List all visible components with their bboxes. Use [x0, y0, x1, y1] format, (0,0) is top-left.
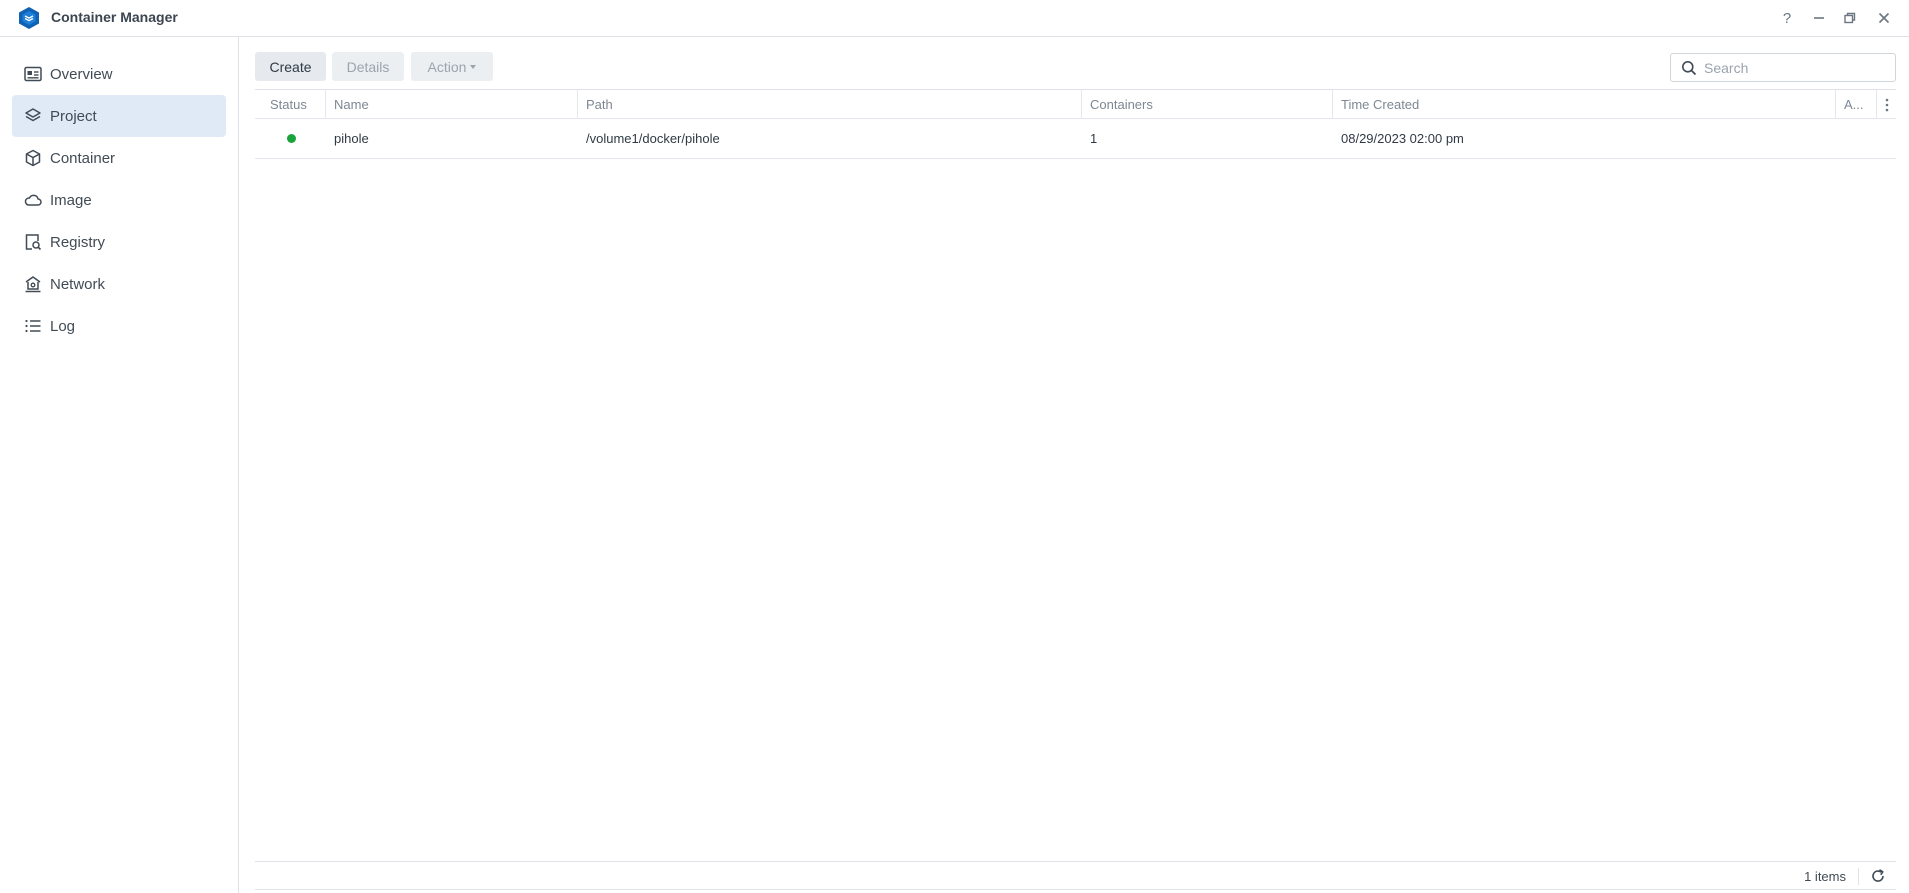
- project-path-cell: /volume1/docker/pihole: [586, 131, 720, 146]
- caret-down-icon: [470, 64, 477, 69]
- network-house-icon: [24, 275, 42, 293]
- column-options-menu-icon[interactable]: [1877, 90, 1896, 119]
- column-header-name[interactable]: Name: [326, 90, 578, 119]
- sidebar-item-label: Network: [50, 275, 106, 293]
- containers-count-cell: 1: [1090, 131, 1098, 146]
- refresh-icon[interactable]: [1870, 868, 1886, 884]
- table-footer: 1 items: [255, 861, 1896, 890]
- search-input[interactable]: [1704, 58, 1889, 78]
- container-manager-logo-icon: [19, 7, 39, 29]
- status-running-indicator: [287, 134, 296, 143]
- restore-icon[interactable]: [1839, 7, 1861, 29]
- sidebar-item-label: Overview: [50, 65, 113, 83]
- sidebar-item-registry[interactable]: Registry: [12, 221, 226, 263]
- cloud-icon: [24, 191, 42, 209]
- sidebar-item-overview[interactable]: Overview: [12, 53, 226, 95]
- main-panel: Create Details Action Status Name Path C…: [240, 37, 1909, 893]
- column-header-status[interactable]: Status: [255, 90, 326, 119]
- project-name-cell: pihole: [334, 131, 369, 146]
- title-bar: Container Manager ?: [0, 0, 1909, 37]
- table-header: Status Name Path Containers Time Created…: [255, 89, 1896, 119]
- sidebar-item-label: Log: [50, 317, 76, 335]
- registry-search-icon: [24, 233, 42, 251]
- sidebar-item-log[interactable]: Log: [12, 305, 226, 347]
- sidebar-item-label: Container: [50, 149, 116, 167]
- table-row[interactable]: pihole /volume1/docker/pihole 1 08/29/20…: [255, 119, 1896, 159]
- sidebar-item-project[interactable]: Project: [12, 95, 226, 137]
- sidebar-item-network[interactable]: Network: [12, 263, 226, 305]
- column-header-containers[interactable]: Containers: [1082, 90, 1333, 119]
- column-header-truncated[interactable]: A...: [1836, 90, 1877, 119]
- search-box[interactable]: [1670, 53, 1896, 82]
- help-icon[interactable]: ?: [1776, 7, 1798, 29]
- item-count: 1 items: [1804, 869, 1846, 884]
- status-cell: [255, 119, 326, 158]
- sidebar-item-label: Registry: [50, 233, 106, 251]
- action-dropdown-button[interactable]: Action: [411, 52, 493, 81]
- sidebar: Overview Project Container Image Registr…: [0, 37, 239, 893]
- overview-icon: [24, 65, 42, 83]
- sidebar-item-image[interactable]: Image: [12, 179, 226, 221]
- sidebar-item-label: Image: [50, 191, 92, 209]
- list-icon: [24, 317, 42, 335]
- project-layers-icon: [24, 107, 42, 125]
- sidebar-item-container[interactable]: Container: [12, 137, 226, 179]
- column-header-path[interactable]: Path: [578, 90, 1082, 119]
- details-button[interactable]: Details: [332, 52, 404, 81]
- minimize-icon[interactable]: [1808, 7, 1830, 29]
- search-icon: [1682, 61, 1697, 76]
- sidebar-item-label: Project: [50, 107, 97, 125]
- app-title: Container Manager: [51, 9, 178, 25]
- create-button[interactable]: Create: [255, 52, 326, 81]
- action-button-label: Action: [427, 58, 467, 75]
- container-cube-icon: [24, 149, 42, 167]
- column-header-time-created[interactable]: Time Created: [1333, 90, 1836, 119]
- project-table: Status Name Path Containers Time Created…: [255, 89, 1896, 890]
- footer-divider: [1858, 868, 1859, 885]
- close-icon[interactable]: [1873, 7, 1895, 29]
- time-created-cell: 08/29/2023 02:00 pm: [1341, 131, 1464, 146]
